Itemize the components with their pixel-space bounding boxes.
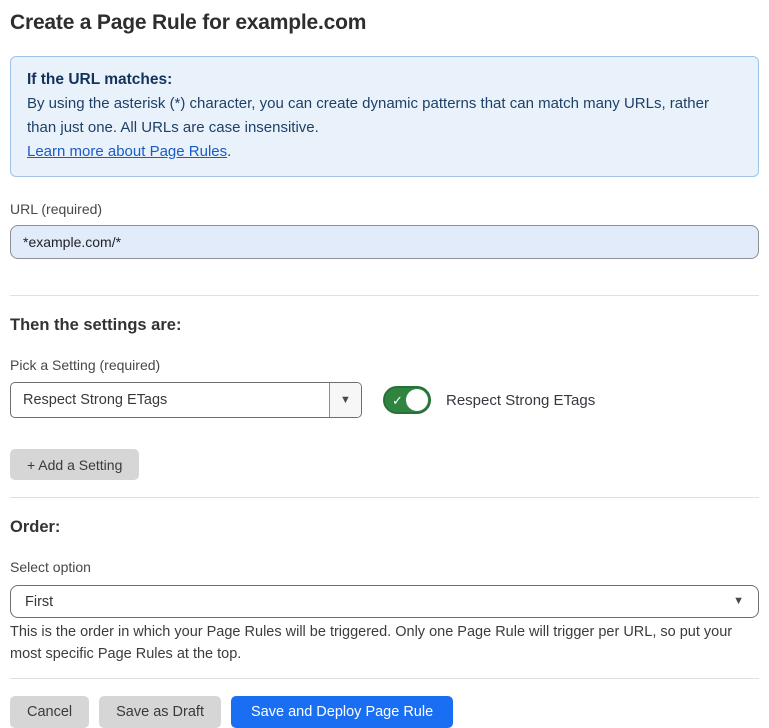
save-and-deploy-button[interactable]: Save and Deploy Page Rule: [231, 696, 453, 728]
check-icon: ✓: [392, 394, 403, 407]
create-page-rule-form: Create a Page Rule for example.com If th…: [0, 9, 769, 728]
order-help-text: This is the order in which your Page Rul…: [10, 622, 755, 665]
link-suffix: .: [227, 143, 231, 160]
order-section-heading: Order:: [10, 517, 759, 537]
order-select-label: Select option: [10, 559, 759, 576]
order-select[interactable]: First ▼: [10, 585, 759, 618]
setting-row: Respect Strong ETags ▼ ✓ Respect Strong …: [10, 382, 759, 418]
form-actions: Cancel Save as Draft Save and Deploy Pag…: [10, 696, 759, 728]
info-box-body: By using the asterisk (*) character, you…: [27, 92, 742, 140]
learn-more-link[interactable]: Learn more about Page Rules: [27, 143, 227, 160]
url-input[interactable]: [10, 225, 759, 259]
section-divider: [10, 295, 759, 296]
save-as-draft-button[interactable]: Save as Draft: [99, 696, 221, 728]
add-setting-button[interactable]: + Add a Setting: [10, 449, 139, 480]
page-title: Create a Page Rule for example.com: [10, 9, 759, 36]
section-divider: [10, 497, 759, 498]
toggle-knob: [406, 389, 428, 411]
toggle-label: Respect Strong ETags: [446, 392, 595, 409]
setting-select[interactable]: Respect Strong ETags ▼: [10, 382, 362, 418]
chevron-down-icon: ▼: [340, 395, 351, 406]
setting-select-arrow-button[interactable]: ▼: [329, 383, 361, 417]
cancel-button[interactable]: Cancel: [10, 696, 89, 728]
pick-setting-label: Pick a Setting (required): [10, 357, 759, 374]
info-box-heading: If the URL matches:: [27, 68, 742, 92]
chevron-down-icon: ▼: [733, 596, 744, 607]
settings-section-heading: Then the settings are:: [10, 315, 759, 335]
setting-toggle[interactable]: ✓: [383, 386, 431, 414]
url-match-info-box: If the URL matches: By using the asteris…: [10, 56, 759, 177]
section-divider: [10, 678, 759, 679]
info-link-line: Learn more about Page Rules.: [27, 140, 742, 164]
url-field-label: URL (required): [10, 201, 759, 218]
setting-select-value: Respect Strong ETags: [11, 383, 329, 417]
order-select-value: First: [25, 594, 53, 610]
